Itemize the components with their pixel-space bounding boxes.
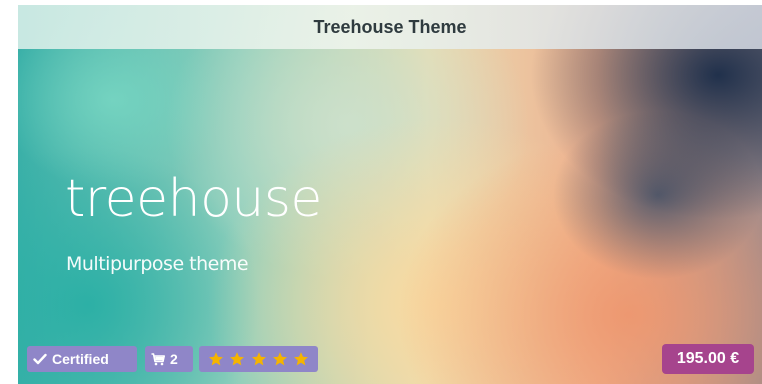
- card-title: Treehouse Theme: [313, 16, 467, 37]
- shopping-cart-icon: [151, 352, 165, 366]
- star-icon: [207, 350, 224, 368]
- price-badge: 195.00 €: [662, 344, 754, 374]
- card-title-bar: Treehouse Theme: [18, 5, 762, 49]
- star-icon: [271, 350, 288, 368]
- hero-title: treehouse: [65, 169, 322, 229]
- cart-count-badge: 2: [145, 346, 193, 372]
- rating-badge: [199, 346, 318, 372]
- hero-subtitle: Multipurpose theme: [66, 253, 249, 275]
- star-icon: [293, 350, 310, 368]
- star-icon: [228, 350, 245, 368]
- cart-count: 2: [170, 351, 178, 367]
- certified-badge: Certified: [27, 346, 137, 372]
- certified-label: Certified: [52, 351, 109, 367]
- theme-card[interactable]: Treehouse Theme treehouse Multipurpose t…: [18, 5, 762, 384]
- check-icon: [33, 353, 47, 365]
- star-icon: [250, 350, 267, 368]
